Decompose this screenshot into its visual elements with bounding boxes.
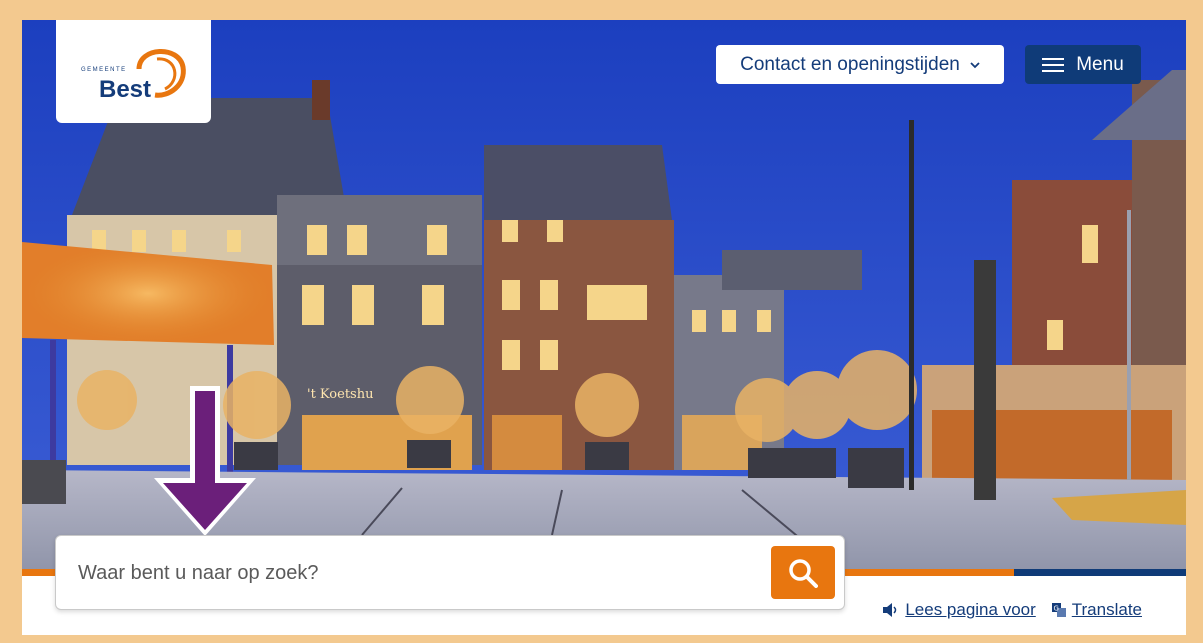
page-frame: 't Koetshu GEMEENTE Best Contact en open… — [22, 20, 1186, 635]
read-aloud-link[interactable]: Lees pagina voor — [883, 600, 1036, 620]
storefront-sign: 't Koetshu — [307, 387, 373, 402]
svg-text:GEMEENTE: GEMEENTE — [81, 67, 127, 73]
translate-icon: G — [1051, 603, 1066, 617]
translate-label: Translate — [1071, 600, 1142, 619]
search-input[interactable] — [76, 554, 740, 592]
arrow-down-icon — [154, 386, 256, 536]
contact-openingstijden-button[interactable]: Contact en openingstijden — [716, 45, 1004, 84]
svg-text:G: G — [1053, 605, 1058, 613]
search-bar — [55, 535, 845, 610]
hamburger-icon — [1042, 57, 1065, 72]
menu-button[interactable]: Menu — [1025, 45, 1141, 84]
search-icon — [789, 558, 818, 588]
best-logo-icon: GEMEENTE Best — [81, 48, 186, 103]
color-stripe-blue — [1014, 569, 1186, 576]
read-aloud-label: Lees pagina voor — [905, 600, 1036, 619]
contact-button-label: Contact en openingstijden — [740, 53, 960, 75]
translate-link[interactable]: G Translate — [1051, 600, 1142, 620]
chevron-down-icon — [970, 61, 980, 68]
search-button[interactable] — [771, 546, 835, 599]
site-logo[interactable]: GEMEENTE Best — [56, 20, 211, 123]
menu-button-label: Menu — [1076, 53, 1124, 75]
speaker-icon — [883, 603, 897, 617]
svg-text:Best: Best — [99, 76, 151, 103]
page-tools: Lees pagina voor G Translate — [883, 600, 1142, 620]
